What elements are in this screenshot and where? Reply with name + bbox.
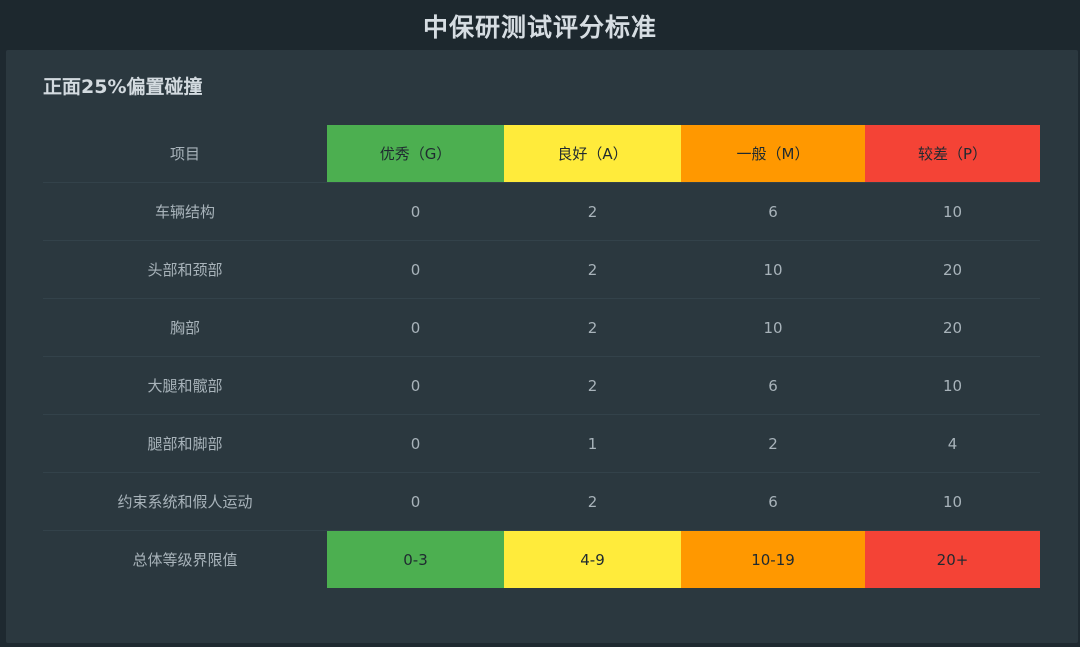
table-cell: 2 <box>504 240 681 299</box>
column-header-poor: 较差（P） <box>865 125 1040 183</box>
table-row: 头部和颈部 0 2 10 20 <box>43 240 1040 299</box>
page-title: 中保研测试评分标准 <box>422 13 657 42</box>
table-cell: 10 <box>865 356 1040 415</box>
section-title: 正面25%偏置碰撞 <box>43 76 203 98</box>
table-cell: 2 <box>504 356 681 415</box>
table-cell: 10 <box>681 298 865 357</box>
table-cell: 1 <box>504 414 681 473</box>
table-cell: 0 <box>327 298 504 357</box>
table-cell: 0 <box>327 414 504 473</box>
table-cell: 10 <box>681 240 865 299</box>
table-row: 大腿和髋部 0 2 6 10 <box>43 356 1040 415</box>
page-header: 中保研测试评分标准 <box>0 0 1080 50</box>
column-header-good: 优秀（G） <box>327 125 504 183</box>
table-cell: 2 <box>504 472 681 531</box>
table-cell: 2 <box>504 182 681 241</box>
table-cell: 2 <box>681 414 865 473</box>
row-label: 总体等级界限值 <box>132 551 238 569</box>
threshold-poor: 20+ <box>865 530 1040 588</box>
threshold-acceptable: 4-9 <box>504 530 681 588</box>
table-cell: 2 <box>504 298 681 357</box>
row-label: 胸部 <box>43 298 327 357</box>
table-row: 约束系统和假人运动 0 2 6 10 <box>43 472 1040 531</box>
table-cell: 6 <box>681 182 865 241</box>
table-row: 腿部和脚部 0 1 2 4 <box>43 414 1040 473</box>
table-cell: 20 <box>865 298 1040 357</box>
table-cell: 4 <box>865 414 1040 473</box>
column-header-item: 项目 <box>43 125 327 183</box>
row-label: 车辆结构 <box>43 182 327 241</box>
row-label: 头部和颈部 <box>43 240 327 299</box>
content-panel: 正面25%偏置碰撞 项目 优秀（G） 良好（A） 一般（M） 较差（P） 车辆结… <box>6 50 1078 643</box>
table-row: 车辆结构 0 2 6 10 <box>43 182 1040 241</box>
column-header-acceptable: 良好（A） <box>504 125 681 183</box>
table-cell: 0 <box>327 472 504 531</box>
table-cell: 0 <box>327 240 504 299</box>
row-label: 大腿和髋部 <box>43 356 327 415</box>
table-cell: 0 <box>327 182 504 241</box>
table-cell: 0 <box>327 356 504 415</box>
table-cell: 6 <box>681 356 865 415</box>
row-label: 约束系统和假人运动 <box>43 472 327 531</box>
table-cell: 20 <box>865 240 1040 299</box>
row-label: 腿部和脚部 <box>43 414 327 473</box>
table-cell: 10 <box>865 472 1040 531</box>
table-row: 胸部 0 2 10 20 <box>43 298 1040 357</box>
table-header-row: 项目 优秀（G） 良好（A） 一般（M） 较差（P） <box>43 125 1040 183</box>
column-header-marginal: 一般（M） <box>681 125 865 183</box>
rating-criteria-table: 项目 优秀（G） 良好（A） 一般（M） 较差（P） 车辆结构 0 2 6 10… <box>43 125 1040 588</box>
totals-row: 总体等级界限值 0-3 4-9 10-19 20+ <box>43 530 1040 588</box>
table-cell: 10 <box>865 182 1040 241</box>
threshold-good: 0-3 <box>327 530 504 588</box>
table-cell: 6 <box>681 472 865 531</box>
threshold-marginal: 10-19 <box>681 530 865 588</box>
